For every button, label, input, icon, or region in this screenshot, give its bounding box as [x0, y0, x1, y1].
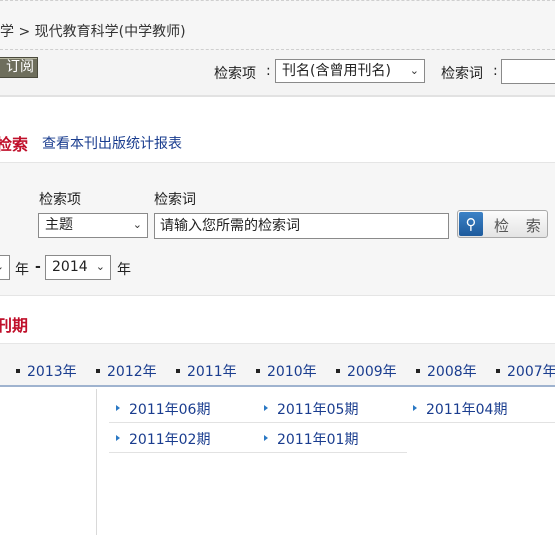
bullet-icon [256, 369, 260, 373]
year-to-value: 2014 [52, 259, 88, 275]
search-field-select[interactable]: 主题 ⌄ [38, 213, 148, 238]
year-tab-label: 2009年 [347, 364, 397, 380]
year-tab[interactable]: 2012年 [96, 361, 157, 381]
top-field-label: 检索项 [214, 66, 256, 82]
search-icon: ⚲ [459, 212, 483, 236]
arrow-right-icon [413, 405, 417, 411]
bullet-icon [496, 369, 500, 373]
arrow-right-icon [264, 435, 268, 441]
year-to-select[interactable]: 2014 ⌄ [45, 255, 111, 280]
issue-row-divider [109, 422, 555, 423]
issue-link[interactable]: 2011年06期 [116, 399, 210, 419]
chevron-down-icon: ⌄ [409, 64, 419, 77]
top-field-select[interactable]: 刊名(含曾用刊名) ⌄ [275, 59, 425, 83]
issue-label: 2011年01期 [277, 432, 359, 448]
issue-label: 2011年06期 [129, 402, 211, 418]
year-tab[interactable]: 2008年 [416, 361, 477, 381]
year-tab[interactable]: 2007年 [496, 361, 555, 381]
bullet-icon [416, 369, 420, 373]
arrow-right-icon [264, 405, 268, 411]
search-term-placeholder: 请输入您所需的检索词 [160, 218, 300, 234]
chevron-down-icon: ⌄ [132, 218, 142, 231]
issue-label: 2011年05期 [277, 402, 359, 418]
search-term-label: 检索词 [154, 192, 196, 208]
year-tab[interactable]: 2009年 [336, 361, 397, 381]
bullet-icon [96, 369, 100, 373]
year-tab-label: 2007年 [507, 364, 555, 380]
search-button-label: 检 索 [494, 217, 547, 235]
year-tab-label: 2010年 [267, 364, 317, 380]
breadcrumb: 学 > 现代教育科学(中学教师) [0, 24, 186, 40]
issue-link[interactable]: 2011年01期 [264, 429, 358, 449]
issue-link[interactable]: 2011年02期 [116, 429, 210, 449]
year-tab[interactable]: 2013年 [16, 361, 77, 381]
top-term-input[interactable] [501, 59, 555, 84]
top-term-label: 检索词 [441, 66, 483, 82]
year-to-unit: 年 [117, 262, 131, 278]
subscribe-button[interactable]: 订阅 [0, 57, 38, 78]
year-range-separator: - [35, 259, 41, 275]
top-field-select-value: 刊名(含曾用刊名) [282, 63, 391, 79]
year-tab-label: 2008年 [427, 364, 477, 380]
arrow-right-icon [116, 405, 120, 411]
journal-search-title: 检索 [0, 135, 29, 154]
issue-row-divider [109, 452, 407, 453]
year-tab-label: 2013年 [27, 364, 77, 380]
year-tab-label: 2012年 [107, 364, 157, 380]
bullet-icon [16, 369, 20, 373]
bullet-icon [336, 369, 340, 373]
arrow-right-icon [116, 435, 120, 441]
year-tab-label: 2011年 [187, 364, 237, 380]
year-from-select[interactable]: ⌄ [0, 255, 10, 280]
search-field-select-value: 主题 [45, 217, 73, 233]
issue-label: 2011年02期 [129, 432, 211, 448]
stats-report-link[interactable]: 查看本刊出版统计报表 [42, 133, 182, 153]
issue-link[interactable]: 2011年04期 [413, 399, 507, 419]
year-tab[interactable]: 2010年 [256, 361, 317, 381]
bullet-icon [176, 369, 180, 373]
issues-title: 刊期 [0, 316, 29, 335]
year-from-unit: 年 [15, 262, 29, 278]
year-tab[interactable]: 2011年 [176, 361, 237, 381]
issue-label: 2011年04期 [426, 402, 508, 418]
issue-link[interactable]: 2011年05期 [264, 399, 358, 419]
top-term-colon: : [493, 63, 498, 79]
search-button[interactable]: ⚲ 检 索 [457, 210, 548, 238]
search-field-label: 检索项 [39, 192, 81, 208]
search-term-input[interactable]: 请输入您所需的检索词 [154, 213, 449, 239]
chevron-down-icon: ⌄ [0, 256, 4, 278]
issues-left-column [0, 389, 97, 535]
top-field-colon: : [266, 63, 271, 79]
chevron-down-icon: ⌄ [95, 260, 105, 273]
